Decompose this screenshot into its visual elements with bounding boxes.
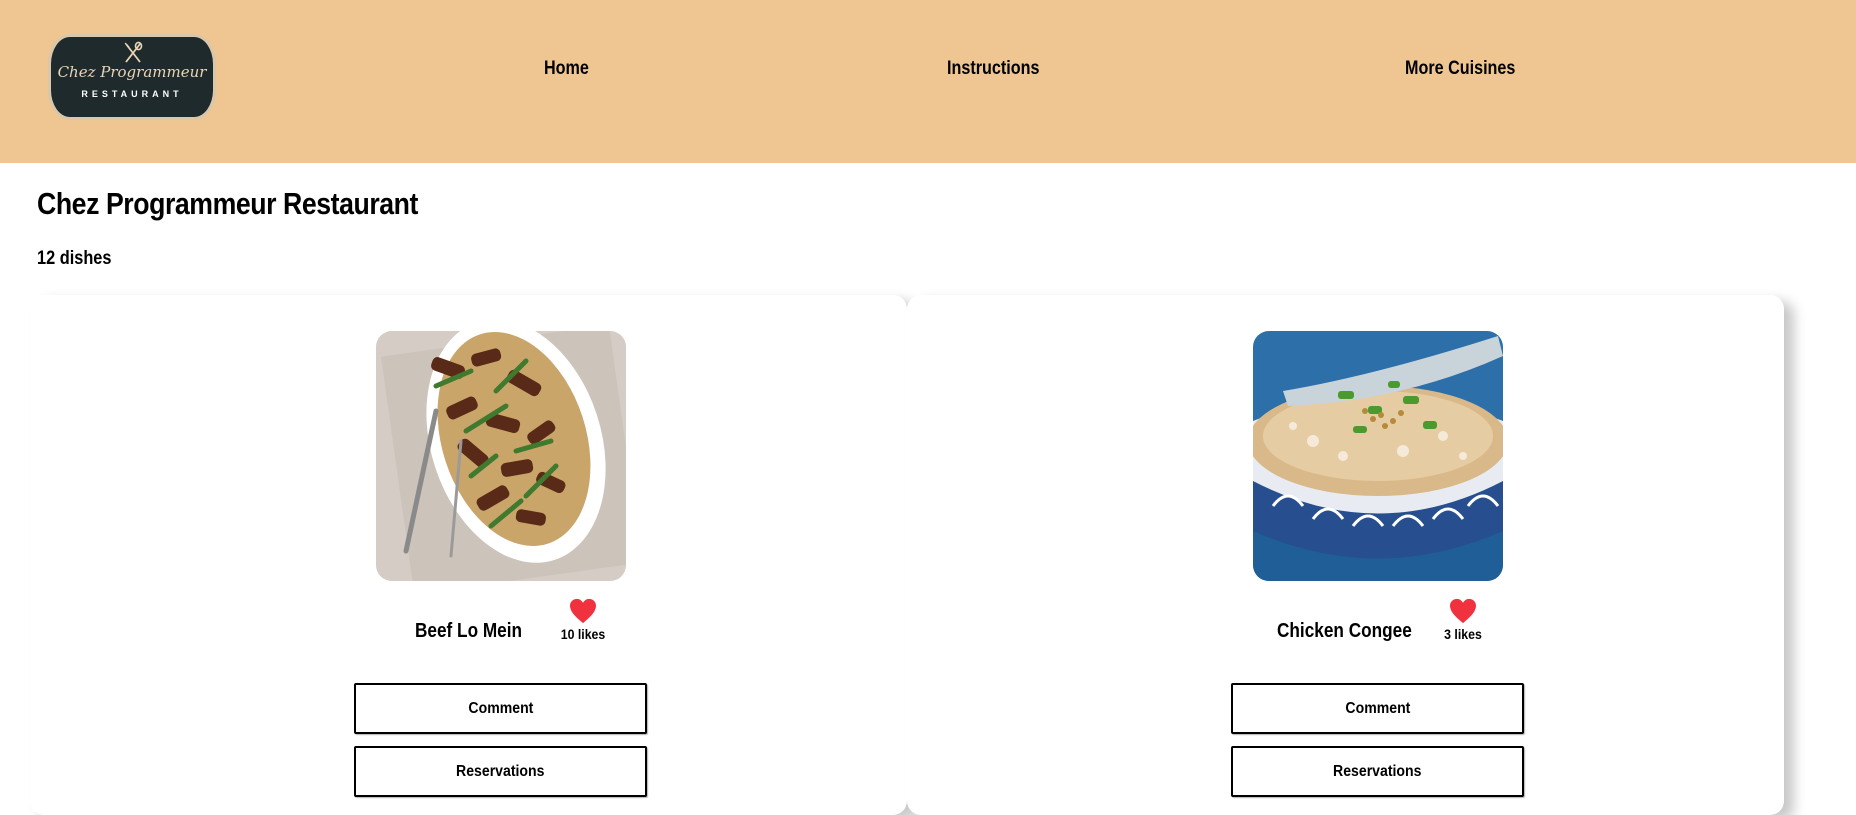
dish-card: Chicken Congee 3 likes Comment Reservati… bbox=[907, 295, 1784, 815]
like-control: 3 likes bbox=[1433, 598, 1493, 642]
nav-more-cuisines[interactable]: More Cuisines bbox=[1405, 58, 1515, 80]
like-control: 10 likes bbox=[553, 598, 613, 642]
page-title: Chez Programmeur Restaurant bbox=[37, 186, 418, 221]
reservations-button[interactable]: Reservations bbox=[1231, 746, 1524, 797]
comment-button[interactable]: Comment bbox=[354, 683, 647, 734]
logo-script-text: Chez Programmeur bbox=[57, 63, 207, 81]
dish-count: 12 dishes bbox=[37, 248, 112, 269]
heart-icon[interactable] bbox=[1449, 598, 1477, 624]
dish-name: Beef Lo Mein bbox=[415, 620, 523, 642]
reservations-button[interactable]: Reservations bbox=[354, 746, 647, 797]
dish-image bbox=[1253, 331, 1503, 581]
dish-image bbox=[376, 331, 626, 581]
chicken-congee-photo bbox=[1253, 331, 1503, 581]
dish-name: Chicken Congee bbox=[1277, 620, 1412, 642]
nav-instructions[interactable]: Instructions bbox=[947, 58, 1039, 80]
likes-count: 10 likes bbox=[560, 626, 606, 642]
comment-button[interactable]: Comment bbox=[1231, 683, 1524, 734]
likes-count: 3 likes bbox=[1444, 626, 1482, 642]
navbar: Chez Programmeur RESTAURANT Home Instruc… bbox=[0, 0, 1856, 163]
dish-card: Beef Lo Mein 10 likes Comment Reservatio… bbox=[30, 295, 907, 815]
logo-sub-text: RESTAURANT bbox=[81, 89, 183, 99]
restaurant-logo[interactable]: Chez Programmeur RESTAURANT bbox=[48, 34, 216, 120]
fork-spoon-icon bbox=[124, 41, 143, 63]
beef-lo-mein-photo bbox=[376, 331, 626, 581]
nav-home[interactable]: Home bbox=[544, 58, 589, 80]
heart-icon[interactable] bbox=[569, 598, 597, 624]
